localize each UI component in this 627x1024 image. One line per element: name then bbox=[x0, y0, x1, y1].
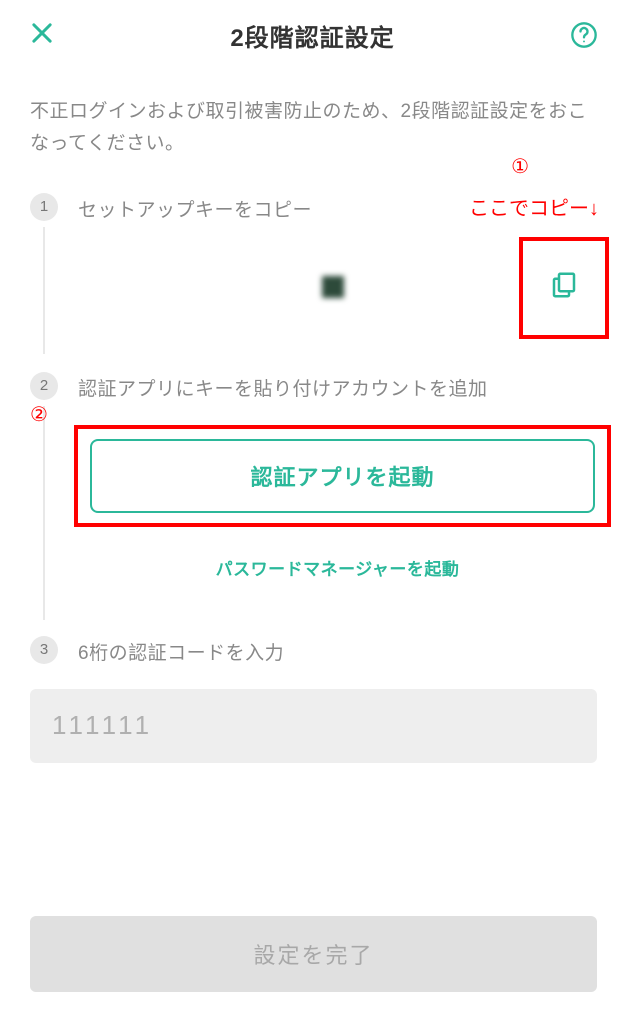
step-1-title: セットアップキーをコピー bbox=[78, 193, 597, 222]
steps-container: 1 セットアップキーをコピー 2 認証アプリにキーを貼り付けアカウントを追加 認… bbox=[0, 193, 627, 763]
complete-setup-button[interactable]: 設定を完了 bbox=[30, 916, 597, 992]
page-title: 2段階認証設定 bbox=[230, 18, 394, 53]
verification-code-input[interactable] bbox=[30, 689, 597, 763]
annotation-circled-2: ② bbox=[30, 402, 48, 427]
redacted-block bbox=[322, 276, 344, 298]
setup-key-row bbox=[68, 242, 597, 332]
step-connector bbox=[43, 406, 45, 620]
step-2-title: 認証アプリにキーを貼り付けアカウントを追加 bbox=[78, 372, 597, 401]
step-3-title: 6桁の認証コードを入力 bbox=[78, 636, 597, 665]
header: 2段階認証設定 bbox=[0, 0, 627, 70]
launch-password-manager-link[interactable]: パスワードマネージャーを起動 bbox=[78, 555, 597, 580]
setup-key-value bbox=[68, 257, 597, 317]
copy-icon[interactable] bbox=[549, 270, 579, 305]
step-3: 3 6桁の認証コードを入力 bbox=[30, 636, 597, 763]
launch-authenticator-button[interactable]: 認証アプリを起動 bbox=[90, 439, 595, 513]
help-icon[interactable] bbox=[569, 20, 599, 50]
step-number-1: 1 bbox=[30, 193, 58, 221]
step-2: 2 認証アプリにキーを貼り付けアカウントを追加 認証アプリを起動 パスワードマネ… bbox=[30, 372, 597, 580]
close-icon[interactable] bbox=[28, 19, 56, 52]
step-number-2: 2 bbox=[30, 372, 58, 400]
submit-area: 設定を完了 bbox=[30, 916, 597, 992]
annotation-launch-highlight-box: 認証アプリを起動 bbox=[74, 425, 611, 527]
annotation-circled-1: ① bbox=[511, 154, 529, 179]
step-number-3: 3 bbox=[30, 636, 58, 664]
step-1: 1 セットアップキーをコピー bbox=[30, 193, 597, 332]
intro-text: 不正ログインおよび取引被害防止のため、2段階認証設定をおこなってください。 bbox=[0, 70, 627, 175]
step-connector bbox=[43, 227, 45, 354]
annotation-copy-highlight-box bbox=[519, 237, 609, 339]
